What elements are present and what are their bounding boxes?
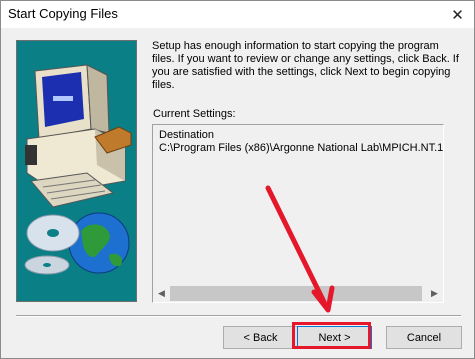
annotation-arrow-icon — [265, 185, 335, 313]
next-button-highlight — [292, 322, 371, 349]
